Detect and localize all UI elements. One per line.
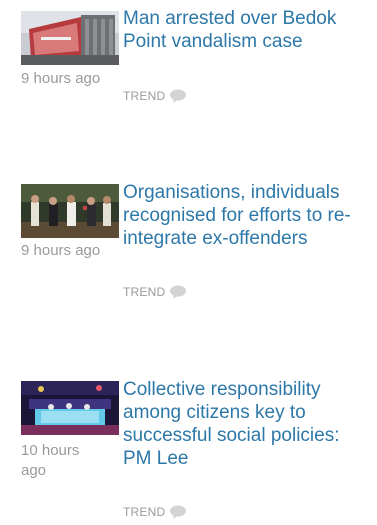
article-category-row: TREND bbox=[123, 89, 187, 103]
article-headline[interactable]: Collective responsibility among citizens… bbox=[123, 378, 373, 470]
article-category-row: TREND bbox=[123, 505, 187, 519]
category-link[interactable]: TREND bbox=[123, 89, 165, 103]
article-thumbnail[interactable] bbox=[21, 184, 119, 238]
comment-bubble-icon[interactable] bbox=[169, 89, 187, 103]
category-link[interactable]: TREND bbox=[123, 285, 165, 299]
stage-event-photo bbox=[21, 381, 119, 435]
bedok-point-building-photo bbox=[21, 11, 119, 65]
article-timestamp: 9 hours ago bbox=[21, 70, 101, 87]
comment-bubble-icon[interactable] bbox=[169, 285, 187, 299]
article-headline[interactable]: Organisations, individuals recognised fo… bbox=[123, 181, 373, 250]
article-thumbnail[interactable] bbox=[21, 11, 119, 65]
category-link[interactable]: TREND bbox=[123, 505, 165, 519]
article-timestamp: 9 hours ago bbox=[21, 242, 101, 259]
article-timestamp: 10 hours ago bbox=[21, 442, 80, 479]
article-category-row: TREND bbox=[123, 285, 187, 299]
article-headline[interactable]: Man arrested over Bedok Point vandalism … bbox=[123, 7, 373, 53]
article-thumbnail[interactable] bbox=[21, 381, 119, 435]
comment-bubble-icon[interactable] bbox=[169, 505, 187, 519]
award-ceremony-photo bbox=[21, 184, 119, 238]
